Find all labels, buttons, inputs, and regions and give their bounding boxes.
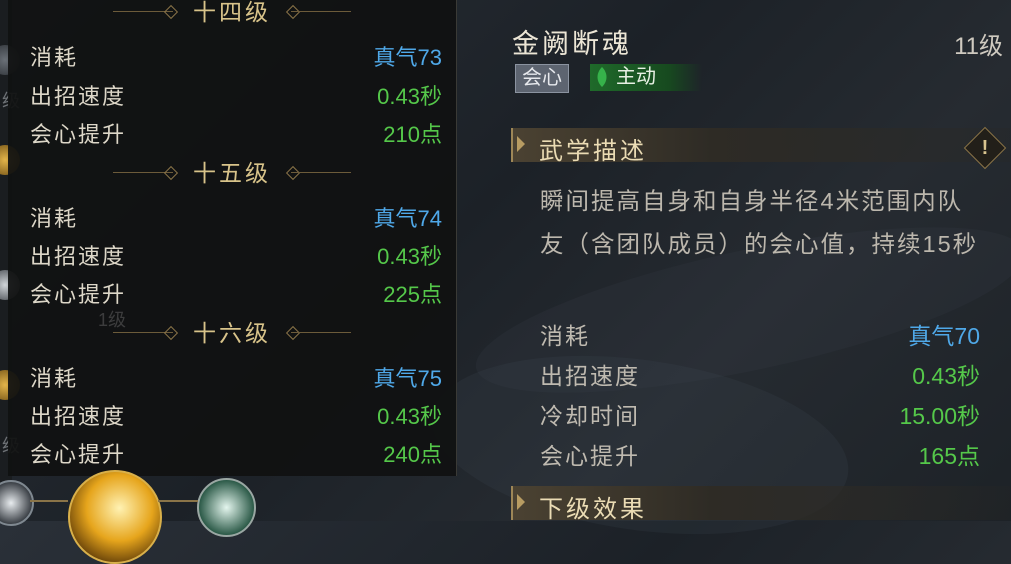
stat-value: 225点 — [383, 282, 442, 307]
level-header: 十六级 — [8, 319, 456, 347]
skill-stat-cost: 消耗 真气70 — [540, 312, 980, 352]
stat-value: 真气73 — [373, 45, 442, 70]
skill-name: 金阙断魂 — [512, 29, 632, 59]
stat-value: 240点 — [383, 442, 442, 467]
tag-active: 主动 — [590, 64, 702, 91]
stat-label: 消耗 — [30, 366, 79, 391]
stat-value: 真气75 — [373, 366, 442, 391]
skill-stat-crit-boost: 会心提升 165点 — [540, 432, 980, 472]
exclamation-icon: ! — [981, 137, 989, 159]
stat-value: 真气70 — [908, 323, 980, 349]
stat-label: 会心提升 — [30, 442, 127, 467]
level-title: 十六级 — [193, 320, 271, 346]
stat-label: 消耗 — [30, 45, 79, 70]
skill-bar-connector — [30, 500, 68, 502]
stat-value: 0.43秒 — [377, 244, 442, 269]
skill-stat-cast-speed: 出招速度 0.43秒 — [540, 352, 980, 392]
tag-crit: 会心 — [515, 64, 569, 93]
section-next-level-header: 下级效果 — [511, 486, 1010, 523]
stat-value: 165点 — [918, 443, 980, 469]
level-title: 十五级 — [193, 160, 271, 186]
skill-bar-icon[interactable] — [0, 480, 34, 526]
stat-label: 消耗 — [540, 323, 590, 349]
chevron-right-icon — [517, 494, 525, 510]
skill-bar-icon-selected[interactable] — [68, 470, 162, 564]
stat-label: 会心提升 — [30, 282, 127, 307]
section-description-header: 武学描述 — [511, 128, 1010, 165]
stat-row-crit-boost: 会心提升 210点 — [30, 113, 442, 149]
stat-row-crit-boost: 会心提升 240点 — [30, 433, 442, 469]
level-title: 十四级 — [193, 0, 271, 25]
stat-row-crit-boost: 会心提升 225点 — [30, 273, 442, 309]
level-breakdown-panel: 十四级 消耗 真气73 出招速度 0.43秒 会心提升 210点 十五级 消耗 … — [8, 0, 457, 476]
stat-row-cast-speed: 出招速度 0.43秒 — [30, 235, 442, 271]
stat-label: 会心提升 — [540, 443, 640, 469]
skill-description: 瞬间提高自身和自身半径4米范围内队友（含团队成员）的会心值，持续15秒 — [540, 188, 979, 257]
stat-row-cast-speed: 出招速度 0.43秒 — [30, 395, 442, 431]
tag-active-label: 主动 — [616, 66, 656, 88]
stat-value: 210点 — [383, 122, 442, 147]
slot-level-label: 1级 — [98, 310, 127, 330]
stat-value: 0.43秒 — [377, 404, 442, 429]
level-header: 十五级 — [8, 159, 456, 187]
stat-row-cost: 消耗 真气73 — [30, 36, 442, 72]
chevron-right-icon — [517, 136, 525, 152]
stat-label: 会心提升 — [30, 122, 127, 147]
stat-label: 冷却时间 — [540, 403, 640, 429]
stat-label: 出招速度 — [540, 363, 640, 389]
stat-row-cost: 消耗 真气74 — [30, 197, 442, 233]
skill-bar-icon[interactable] — [197, 478, 256, 537]
skill-level: 11级 — [954, 33, 1003, 60]
leaf-icon — [597, 67, 607, 87]
stat-label: 消耗 — [30, 206, 79, 231]
stat-label: 出招速度 — [30, 404, 127, 429]
stat-value: 真气74 — [373, 206, 442, 231]
stat-row-cast-speed: 出招速度 0.43秒 — [30, 75, 442, 111]
section-title: 武学描述 — [539, 138, 647, 165]
stat-value: 0.43秒 — [377, 84, 442, 109]
skill-bar-connector — [158, 500, 198, 502]
stat-row-cost: 消耗 真气75 — [30, 357, 442, 393]
stat-label: 出招速度 — [30, 84, 127, 109]
skill-stat-cooldown: 冷却时间 15.00秒 — [540, 392, 980, 432]
level-header: 十四级 — [8, 0, 456, 26]
stat-value: 0.43秒 — [912, 363, 980, 389]
section-title: 下级效果 — [539, 496, 647, 523]
stat-value: 15.00秒 — [899, 403, 980, 429]
stat-label: 出招速度 — [30, 244, 127, 269]
